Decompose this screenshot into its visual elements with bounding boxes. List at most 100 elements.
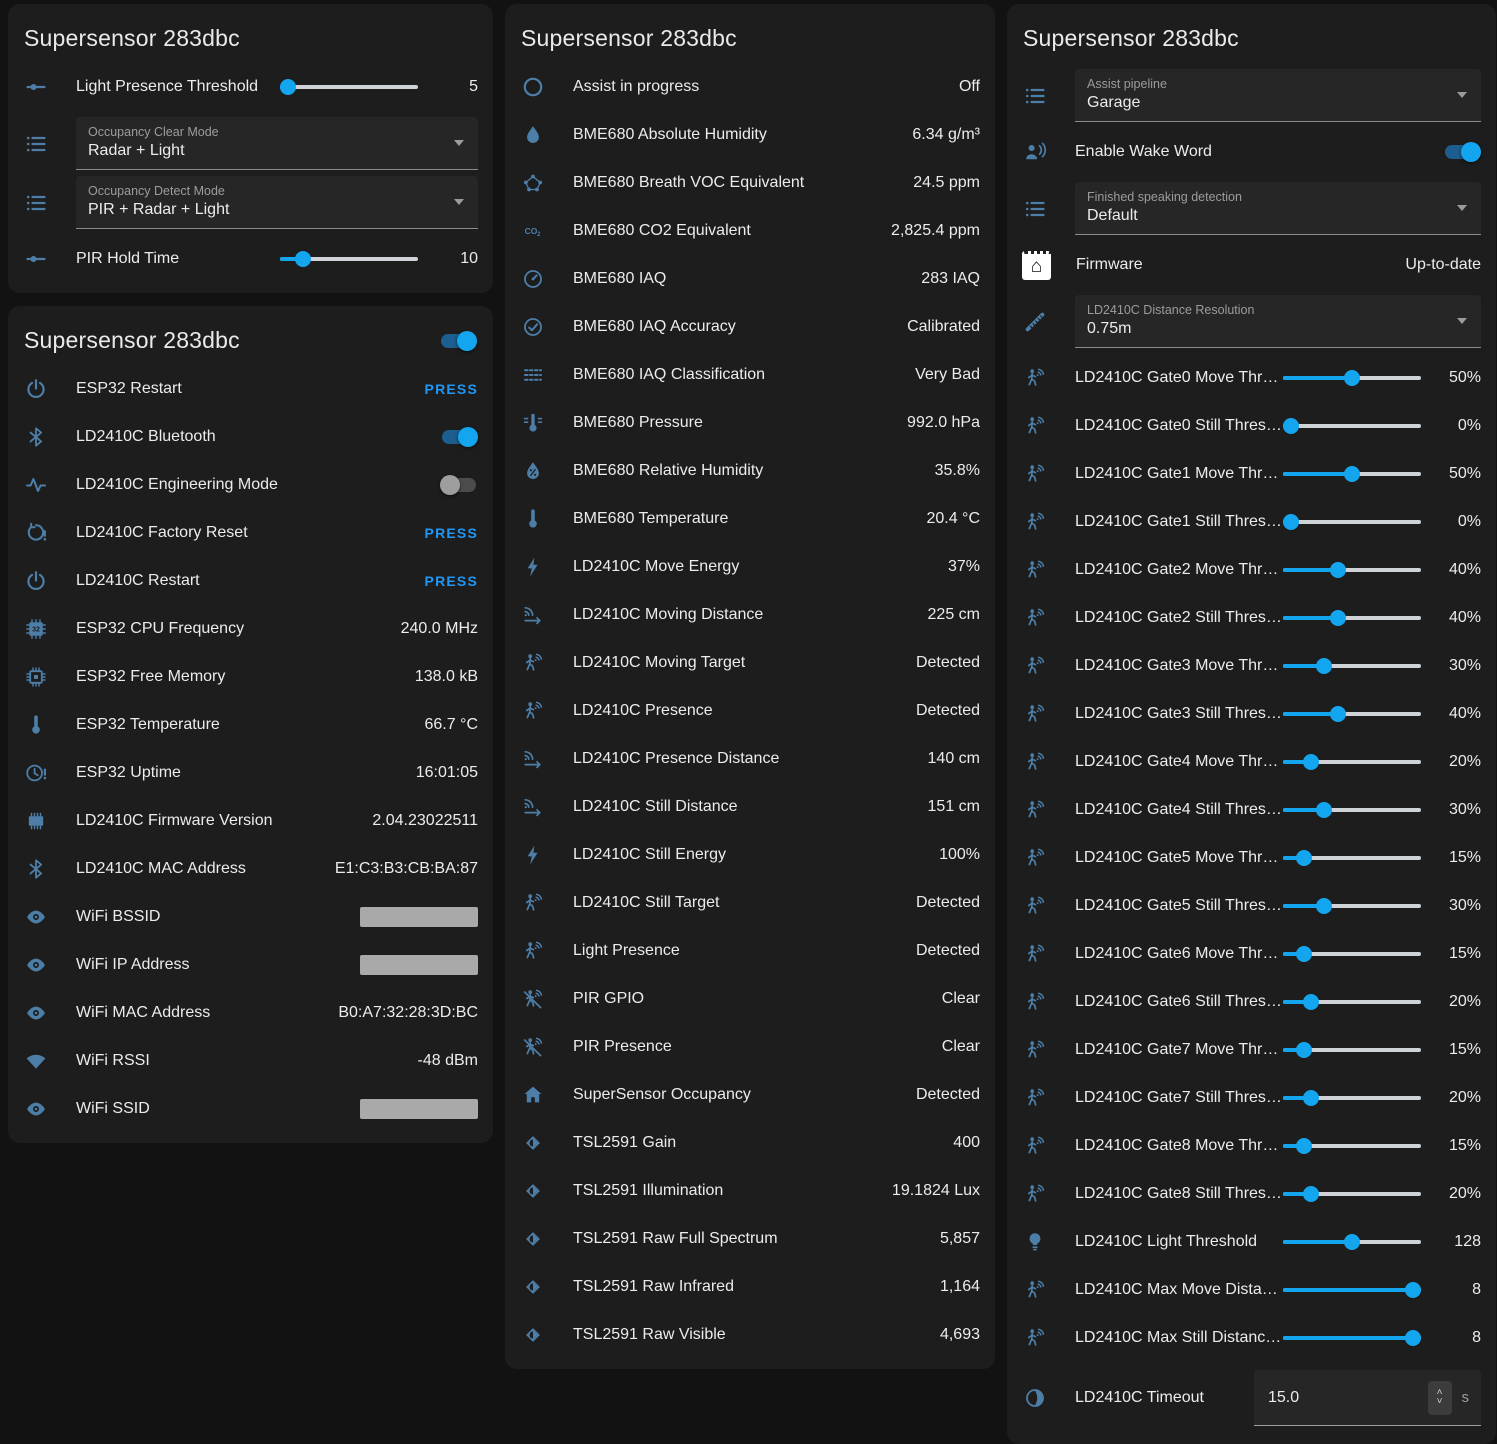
slider[interactable]	[1283, 512, 1421, 532]
timelapse-icon	[1023, 1386, 1047, 1410]
slider-thumb[interactable]	[1296, 1042, 1312, 1058]
entity-row: Finished speaking detectionDefault	[1007, 182, 1496, 235]
slider-thumb[interactable]	[1303, 1090, 1319, 1106]
slider[interactable]	[1283, 1280, 1421, 1300]
entity-value: Detected	[904, 942, 980, 960]
slider-thumb[interactable]	[1296, 1138, 1312, 1154]
slider-thumb[interactable]	[1283, 418, 1299, 434]
select-value: Radar + Light	[88, 142, 444, 160]
slider-thumb[interactable]	[1303, 1186, 1319, 1202]
brightness-icon	[521, 1227, 545, 1251]
slider-thumb[interactable]	[1283, 514, 1299, 530]
home-icon	[521, 1083, 545, 1107]
slider[interactable]	[1283, 1184, 1421, 1204]
select-field[interactable]: Assist pipelineGarage	[1075, 69, 1481, 122]
slider[interactable]	[1283, 416, 1421, 436]
entity-label: BME680 Absolute Humidity	[573, 126, 900, 144]
slider-thumb[interactable]	[1344, 466, 1360, 482]
slider-thumb[interactable]	[1303, 994, 1319, 1010]
entity-label: TSL2591 Illumination	[573, 1182, 880, 1200]
entity-label: LD2410C Bluetooth	[76, 428, 440, 446]
entity-label: LD2410C Gate4 Move Thr…	[1075, 753, 1283, 771]
entity-value: 1,164	[928, 1278, 980, 1296]
press-button[interactable]: PRESS	[425, 381, 478, 397]
slider-thumb[interactable]	[280, 79, 296, 95]
slider[interactable]	[1283, 1232, 1421, 1252]
check-circle-icon	[521, 315, 545, 339]
toggle-thumb	[440, 475, 460, 495]
press-button[interactable]: PRESS	[425, 525, 478, 541]
slider[interactable]	[280, 249, 418, 269]
slider-thumb[interactable]	[1344, 1234, 1360, 1250]
slider-thumb[interactable]	[1316, 658, 1332, 674]
card-settings: Supersensor 283dbcAssist pipelineGarageE…	[1007, 4, 1496, 1444]
stepper-down-icon[interactable]: ˅	[1437, 1398, 1443, 1406]
slider-thumb[interactable]	[295, 251, 311, 267]
slider[interactable]	[1283, 1328, 1421, 1348]
entity-value: E1:C3:B3:CB:BA:87	[323, 860, 478, 878]
slider[interactable]	[280, 77, 418, 97]
slider[interactable]	[1283, 608, 1421, 628]
list-icon	[24, 191, 48, 215]
number-input[interactable]: 15.0˄˅s	[1254, 1370, 1481, 1426]
ruler-icon	[1023, 310, 1047, 334]
slider-thumb[interactable]	[1330, 610, 1346, 626]
entity-label: BME680 IAQ	[573, 270, 909, 288]
slider[interactable]	[1283, 848, 1421, 868]
slider-thumb[interactable]	[1316, 802, 1332, 818]
entity-label: BME680 IAQ Accuracy	[573, 318, 895, 336]
slider[interactable]	[1283, 560, 1421, 580]
slider[interactable]	[1283, 368, 1421, 388]
water-icon	[521, 123, 545, 147]
slider-thumb[interactable]	[1296, 946, 1312, 962]
slider[interactable]	[1283, 896, 1421, 916]
slider[interactable]	[1283, 992, 1421, 1012]
slider[interactable]	[1283, 944, 1421, 964]
entity-label: LD2410C MAC Address	[76, 860, 323, 878]
select-field[interactable]: Finished speaking detectionDefault	[1075, 182, 1481, 235]
slider-value: 20%	[1433, 753, 1481, 771]
slider-thumb[interactable]	[1405, 1282, 1421, 1298]
slider[interactable]	[1283, 656, 1421, 676]
stepper[interactable]: ˄˅	[1428, 1381, 1452, 1415]
entity-value: Calibrated	[895, 318, 980, 336]
slider-value: 50%	[1433, 465, 1481, 483]
slider-thumb[interactable]	[1296, 850, 1312, 866]
slider[interactable]	[1283, 704, 1421, 724]
slider-value: 20%	[1433, 1185, 1481, 1203]
entity-value: 2,825.4 ppm	[879, 222, 980, 240]
slider[interactable]	[1283, 752, 1421, 772]
slider[interactable]	[1283, 800, 1421, 820]
entity-label: ESP32 Free Memory	[76, 668, 403, 686]
slider[interactable]	[1283, 1136, 1421, 1156]
toggle-switch[interactable]	[1443, 142, 1481, 162]
select-field[interactable]: Occupancy Clear ModeRadar + Light	[76, 117, 478, 170]
slider[interactable]	[1283, 1088, 1421, 1108]
slider[interactable]	[1283, 1040, 1421, 1060]
select-field[interactable]: LD2410C Distance Resolution0.75m	[1075, 295, 1481, 348]
slider[interactable]	[1283, 464, 1421, 484]
slider-thumb[interactable]	[1344, 370, 1360, 386]
svg-text:CO: CO	[525, 226, 538, 236]
thermo-icon	[521, 507, 545, 531]
entity-row: Assist pipelineGarage	[1007, 69, 1496, 122]
toggle-switch[interactable]	[440, 475, 478, 495]
slider-value: 30%	[1433, 897, 1481, 915]
unit-label: s	[1462, 1389, 1470, 1406]
slider-thumb[interactable]	[1405, 1330, 1421, 1346]
slider-fill	[1283, 1336, 1421, 1340]
slider-value: 15%	[1433, 1137, 1481, 1155]
slider-thumb[interactable]	[1330, 706, 1346, 722]
card-header-toggle[interactable]	[439, 331, 477, 351]
slider-thumb[interactable]	[1330, 562, 1346, 578]
toggle-switch[interactable]	[440, 427, 478, 447]
press-button[interactable]: PRESS	[425, 573, 478, 589]
motion-icon	[1023, 510, 1047, 534]
select-field[interactable]: Occupancy Detect ModePIR + Radar + Light	[76, 176, 478, 229]
eye-icon	[24, 905, 48, 929]
slider-value: 30%	[1433, 657, 1481, 675]
pulse-icon	[24, 473, 48, 497]
slider-thumb[interactable]	[1303, 754, 1319, 770]
slider-thumb[interactable]	[1316, 898, 1332, 914]
entity-label: Light Presence Threshold	[76, 78, 280, 96]
